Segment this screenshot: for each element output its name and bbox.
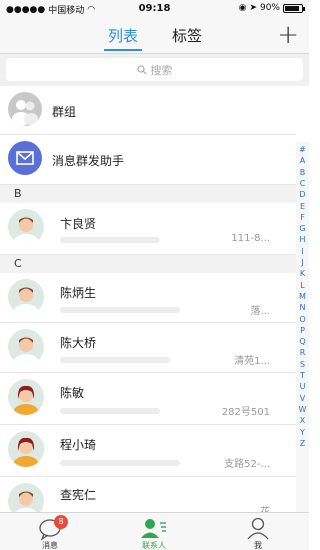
search-bar: 搜索 [0,54,309,86]
index-letter-a[interactable]: A [296,156,309,165]
contact-row[interactable]: 卞良贤 111-8... [0,203,296,255]
index-letter-r[interactable]: R [296,348,309,357]
index-letter-u[interactable]: U [296,382,309,391]
index-letter-w[interactable]: W [296,405,309,414]
tab-list-label: 列表 [108,27,139,45]
contact-name: 程小琦 [60,438,97,452]
index-letter-n[interactable]: N [296,303,309,312]
location-icon: ➤ [249,3,257,13]
tab-tags[interactable]: 标签 [172,25,202,46]
contact-name: 陈大桥 [60,336,97,350]
index-letter-y[interactable]: Y [296,428,309,437]
index-letter-l[interactable]: L [296,281,309,290]
redacted-text [60,460,180,466]
index-letter-h[interactable]: H [296,235,309,244]
search-placeholder: 搜索 [150,63,173,77]
contact-name: 查宪仁 [60,488,97,502]
top-nav: 列表 标签 + [0,18,309,54]
contact-name: 陈敏 [60,386,85,400]
redacted-text [60,357,170,363]
group-icon [8,92,42,126]
index-letter-z[interactable]: Z [296,439,309,448]
index-letter-k[interactable]: K [296,269,309,278]
tabbar-messages-label: 消息 [42,541,58,550]
chat-bubble-icon [39,519,61,541]
contact-detail: 清苑1... [234,356,270,367]
contact-name: 卞良贤 [60,217,97,231]
battery-percent: 90% [259,3,280,13]
tab-active-indicator [104,49,143,51]
index-letter-b[interactable]: B [296,168,309,177]
index-letter-f[interactable]: F [296,213,309,222]
tab-tags-label: 标签 [172,27,203,45]
index-letter-s[interactable]: S [296,360,309,369]
contacts-icon [141,519,166,538]
contact-detail: 111-8... [231,233,270,244]
contact-row[interactable]: 陈炳生 落... [0,273,296,323]
tab-list[interactable]: 列表 [104,25,143,51]
contact-row[interactable]: 程小琦 支路52-... [0,425,296,477]
avatar [8,279,44,315]
tabbar-contacts-label: 联系人 [142,541,166,550]
lock-rotation-icon: ◉ [238,3,247,13]
index-letter-t[interactable]: T [296,371,309,380]
alphabet-index[interactable]: # A B C D E F G H I J K L M N O P Q R S T U V W X Y Z [296,142,309,512]
index-letter-q[interactable]: Q [296,337,309,346]
avatar [8,379,44,415]
broadcast-assistant-label: 消息群发助手 [52,154,125,168]
index-letter-v[interactable]: V [296,394,309,403]
contact-detail: 花 [260,503,270,512]
tabbar-messages[interactable]: 8 消息 [20,513,80,550]
contact-row[interactable]: 陈大桥 清苑1... [0,323,296,373]
contact-detail: 支路52-... [224,459,270,470]
battery-icon [283,3,305,13]
tabbar-contacts[interactable]: 联系人 [124,513,184,550]
list-item-broadcast-assistant[interactable]: 消息群发助手 [0,135,296,185]
list-item-groups[interactable]: 群组 [0,86,296,135]
avatar [8,431,44,467]
index-letter-o[interactable]: O [296,315,309,324]
contact-detail: 落... [250,306,270,317]
broadcast-mail-icon [8,141,42,175]
redacted-text [60,237,160,243]
avatar [8,483,44,512]
index-letter-i[interactable]: I [296,247,309,256]
tabbar-me-label: 我 [254,541,262,550]
tabbar-me[interactable]: 我 [228,513,288,550]
section-header-c: C [0,255,296,273]
redacted-text [60,307,180,313]
search-input[interactable]: 搜索 [6,58,303,81]
index-letter-d[interactable]: D [296,190,309,199]
index-letter-g[interactable]: G [296,224,309,233]
search-icon [136,64,146,74]
user-profile-icon [247,517,269,540]
section-header-b: B [0,185,296,203]
contact-row[interactable]: 陈敏 282号501 [0,373,296,425]
avatar [8,209,44,245]
index-letter-j[interactable]: J [296,258,309,267]
add-contact-button[interactable]: + [277,20,299,50]
index-letter-p[interactable]: P [296,326,309,335]
index-letter-c[interactable]: C [296,179,309,188]
contact-name: 陈炳生 [60,286,97,300]
redacted-text [60,408,160,414]
groups-label: 群组 [52,105,77,119]
index-letter-e[interactable]: E [296,202,309,211]
bottom-tabbar: 8 消息 联系人 我 [0,512,309,550]
index-letter-hash[interactable]: # [296,145,309,154]
avatar [8,329,44,365]
unread-badge: 8 [54,515,68,529]
contact-row[interactable]: 查宪仁 花 [0,477,296,512]
status-bar: ●●●●● 中国移动 ◠ 09:18 ◉ ➤ 90% [0,0,309,18]
index-letter-x[interactable]: X [296,416,309,425]
contact-detail: 282号501 [221,407,270,418]
index-letter-m[interactable]: M [296,292,309,301]
